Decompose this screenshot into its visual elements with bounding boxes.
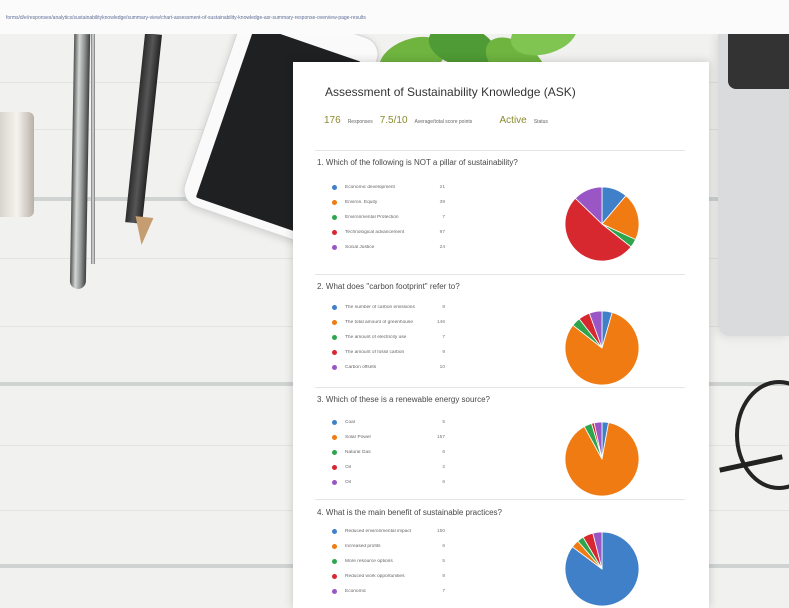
pen-clip-image [91,34,95,264]
purple-dot-icon [332,588,337,594]
pie-chart-q2 [564,310,640,386]
green-dot-icon [332,334,337,340]
average-score-label: Average/total score points [414,119,473,125]
purple-dot-icon [332,364,337,370]
red-dot-icon [332,229,337,235]
legend-item: The amount of electricity use 7 [332,332,477,342]
browser-address-bar[interactable]: forms/d/e/responses/analytics/sustainabi… [0,0,789,35]
eyeglasses-image [735,380,789,490]
legend-item: Social Justice 24 [332,242,477,252]
orange-dot-icon [332,543,337,549]
average-score: 7.5/10 [379,115,408,126]
pen-image [69,34,91,290]
section-divider [315,150,685,151]
green-dot-icon [332,449,337,455]
legend-item: Solar Power 157 [332,432,477,442]
legend-item: Economic development 21 [332,182,477,192]
legend-item: More resource options 5 [332,556,477,566]
desk-object-left [0,112,34,217]
status-label: Status [533,119,548,125]
question-title: 1. Which of the following is NOT a pilla… [317,158,518,167]
blue-dot-icon [332,184,337,190]
legend-item: Environmental Protection 7 [332,212,477,222]
legend-item: Natural Gas 6 [332,447,477,457]
blue-dot-icon [332,419,337,425]
blue-dot-icon [332,528,337,534]
section-divider [315,274,685,275]
pie-chart-q1 [564,186,640,262]
red-dot-icon [332,349,337,355]
question-section-4: 4. What is the main benefit of sustainab… [317,508,693,607]
legend-item: The amount of fossil carbon 9 [332,347,477,357]
legend-item: Reduced environmental impact 150 [332,526,477,536]
blue-dot-icon [332,304,337,310]
question-title: 3. Which of these is a renewable energy … [317,395,490,404]
orange-dot-icon [332,199,337,205]
purple-dot-icon [332,244,337,250]
legend-item: Reduced work opportunities 8 [332,571,477,581]
form-stats: 176 Responses 7.5/10 Average/total score… [324,115,548,135]
legend-item: The total amount of greenhouse 146 [332,317,477,327]
orange-dot-icon [332,434,337,440]
laptop-keys [728,34,789,89]
section-divider [315,387,685,388]
legend-item: Environ. Equity 39 [332,197,477,207]
pie-chart-q3 [564,421,640,497]
legend-item: Increased profits 6 [332,541,477,551]
legend-item: Oil 2 [332,462,477,472]
legend-item: Economic 7 [332,586,477,596]
responses-count: 176 [324,115,341,126]
red-dot-icon [332,573,337,579]
responses-label: Responses [347,119,373,125]
question-title: 2. What does "carbon footprint" refer to… [317,282,460,291]
question-section-2: 2. What does "carbon footprint" refer to… [317,282,693,386]
question-section-3: 3. Which of these is a renewable energy … [317,395,693,497]
legend-item: Carbon offsets 10 [332,362,477,372]
laptop-image [718,34,789,336]
purple-dot-icon [332,479,337,485]
url-text: forms/d/e/responses/analytics/sustainabi… [6,15,366,21]
green-dot-icon [332,558,337,564]
question-section-1: 1. Which of the following is NOT a pilla… [317,158,693,262]
orange-dot-icon [332,319,337,325]
pencil-tip-image [132,216,154,246]
pie-chart-q4 [564,531,640,607]
section-divider [315,499,685,500]
legend-item: Oil 6 [332,477,477,487]
form-summary-card: Assessment of Sustainability Knowledge (… [293,62,709,608]
legend-item: The number of carbon emissions 8 [332,302,477,312]
question-title: 4. What is the main benefit of sustainab… [317,508,502,517]
legend-item: Technological advancement 97 [332,227,477,237]
form-title: Assessment of Sustainability Knowledge (… [325,85,576,99]
green-dot-icon [332,214,337,220]
legend-item: Coal 5 [332,417,477,427]
red-dot-icon [332,464,337,470]
form-status: Active [499,115,527,126]
